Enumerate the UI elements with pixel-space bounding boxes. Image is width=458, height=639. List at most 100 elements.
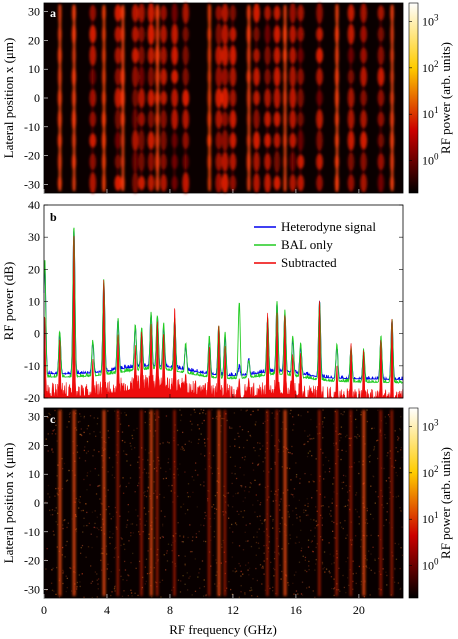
noise-speck bbox=[200, 524, 202, 526]
noise-speck bbox=[396, 436, 399, 438]
noise-speck bbox=[360, 411, 363, 413]
noise-speck bbox=[366, 507, 368, 510]
noise-speck bbox=[398, 428, 401, 430]
noise-speck bbox=[119, 515, 121, 517]
noise-speck bbox=[323, 566, 326, 569]
noise-speck bbox=[75, 515, 77, 518]
noise-speck bbox=[339, 522, 342, 524]
noise-speck bbox=[304, 556, 307, 559]
spectral-line bbox=[335, 5, 339, 191]
noise-speck bbox=[274, 463, 276, 465]
spectral-line bbox=[184, 5, 187, 191]
noise-speck bbox=[99, 431, 101, 433]
noise-speck bbox=[62, 582, 64, 585]
noise-speck bbox=[315, 520, 317, 522]
noise-speck bbox=[241, 429, 244, 431]
noise-speck bbox=[200, 433, 202, 435]
spectral-line bbox=[299, 5, 302, 191]
noise-speck bbox=[399, 467, 401, 469]
noise-speck bbox=[243, 474, 245, 476]
noise-speck bbox=[343, 411, 345, 413]
noise-speck bbox=[212, 554, 214, 557]
spectral-line bbox=[350, 5, 352, 191]
noise-speck bbox=[369, 513, 372, 516]
spectral-line bbox=[217, 410, 221, 596]
noise-speck bbox=[397, 437, 400, 439]
noise-speck bbox=[280, 428, 283, 430]
noise-speck bbox=[165, 415, 168, 417]
noise-speck bbox=[280, 498, 282, 500]
noise-speck bbox=[229, 588, 232, 591]
noise-speck bbox=[188, 440, 190, 442]
noise-speck bbox=[135, 567, 137, 570]
noise-speck bbox=[249, 482, 252, 484]
noise-speck bbox=[342, 413, 344, 416]
noise-speck bbox=[159, 443, 161, 445]
noise-speck bbox=[245, 564, 247, 566]
noise-speck bbox=[143, 494, 146, 497]
noise-speck bbox=[322, 437, 324, 439]
noise-speck bbox=[220, 562, 222, 564]
noise-speck bbox=[50, 514, 52, 516]
noise-speck bbox=[296, 517, 298, 519]
noise-speck bbox=[138, 467, 141, 469]
noise-speck bbox=[244, 593, 246, 596]
noise-speck bbox=[366, 509, 369, 512]
noise-speck bbox=[388, 522, 391, 524]
noise-speck bbox=[210, 467, 212, 469]
noise-speck bbox=[270, 490, 272, 492]
noise-speck bbox=[127, 511, 130, 513]
noise-speck bbox=[394, 542, 396, 545]
noise-speck bbox=[66, 577, 68, 580]
spectral-line bbox=[102, 5, 106, 191]
noise-speck bbox=[167, 543, 170, 545]
noise-speck bbox=[297, 414, 300, 416]
noise-speck bbox=[122, 579, 124, 581]
noise-speck bbox=[78, 500, 80, 502]
y-tick-label: 0 bbox=[34, 496, 40, 510]
noise-speck bbox=[82, 509, 84, 512]
noise-speck bbox=[242, 500, 244, 502]
noise-speck bbox=[264, 451, 267, 453]
noise-speck bbox=[193, 409, 195, 411]
y-tick-label: 20 bbox=[28, 33, 40, 47]
noise-speck bbox=[124, 569, 127, 571]
noise-speck bbox=[274, 461, 276, 464]
noise-speck bbox=[189, 420, 192, 423]
noise-speck bbox=[133, 429, 135, 431]
noise-speck bbox=[395, 496, 397, 498]
spectral-line bbox=[247, 5, 251, 191]
noise-speck bbox=[246, 439, 248, 441]
noise-speck bbox=[55, 507, 57, 509]
noise-speck bbox=[184, 555, 186, 557]
noise-speck bbox=[240, 570, 242, 573]
noise-speck bbox=[262, 567, 264, 569]
noise-speck bbox=[211, 472, 214, 475]
noise-speck bbox=[247, 431, 249, 433]
noise-speck bbox=[344, 520, 346, 522]
noise-speck bbox=[160, 510, 163, 512]
noise-speck bbox=[333, 578, 335, 580]
noise-speck bbox=[148, 537, 150, 540]
noise-speck bbox=[86, 524, 89, 527]
noise-speck bbox=[94, 468, 96, 470]
noise-speck bbox=[257, 463, 260, 466]
noise-speck bbox=[245, 540, 247, 542]
noise-speck bbox=[273, 558, 276, 560]
noise-speck bbox=[377, 535, 380, 537]
noise-speck bbox=[191, 550, 193, 553]
noise-speck bbox=[268, 496, 270, 498]
spectral-line bbox=[208, 410, 211, 596]
noise-speck bbox=[373, 449, 375, 451]
noise-speck bbox=[255, 554, 257, 556]
noise-speck bbox=[298, 561, 301, 563]
spectral-line bbox=[231, 5, 234, 191]
panel-b: b -20 -10 0 10 20 30 40 RF power (dB) Heterody… bbox=[1, 198, 404, 405]
noise-speck bbox=[280, 578, 282, 580]
noise-speck bbox=[264, 519, 266, 521]
noise-speck bbox=[386, 574, 388, 577]
noise-speck bbox=[272, 527, 274, 529]
noise-speck bbox=[387, 414, 390, 416]
noise-speck bbox=[327, 460, 330, 462]
y-tick-label: -30 bbox=[24, 582, 40, 596]
